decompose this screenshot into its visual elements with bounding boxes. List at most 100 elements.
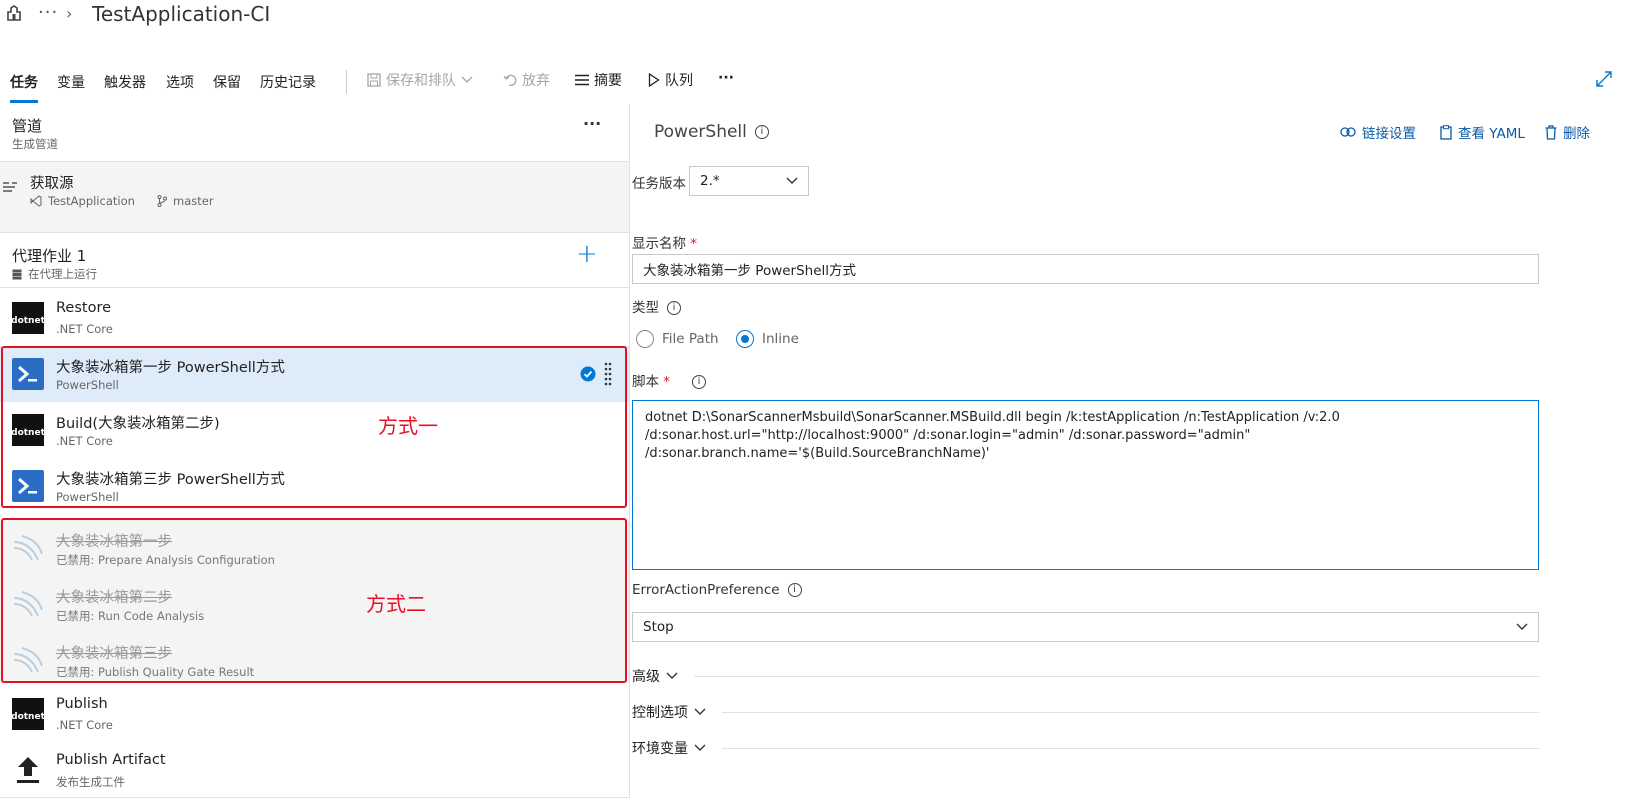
error-action-select[interactable]: Stop bbox=[632, 612, 1539, 642]
source-repo: TestApplication bbox=[30, 194, 135, 208]
section-advanced[interactable]: 高级 bbox=[632, 666, 1539, 686]
summary-button[interactable]: 摘要 bbox=[575, 70, 622, 90]
link-settings-label: 链接设置 bbox=[1362, 126, 1416, 142]
agent-job-subtitle-wrap: 在代理上运行 bbox=[12, 266, 97, 282]
method2-highlight-box bbox=[1, 518, 627, 683]
info-icon[interactable]: i bbox=[787, 583, 802, 597]
task-detail-panel: PowerShell i 链接设置 查看 YAML 删除 任务版本 2.* 显示… bbox=[632, 104, 1635, 798]
upload-icon bbox=[12, 754, 44, 786]
type-radio-filepath[interactable]: File Path bbox=[636, 330, 719, 348]
page-title: TestApplication-CI bbox=[92, 2, 271, 26]
tab-history[interactable]: 历史记录 bbox=[260, 72, 316, 92]
error-action-label: ErrorActionPreference i bbox=[632, 582, 802, 598]
source-repo-name: TestApplication bbox=[48, 194, 135, 208]
save-icon bbox=[367, 73, 381, 87]
display-name-label: 显示名称 * bbox=[632, 236, 698, 252]
pipeline-tasks-panel: 管道 生成管道 ··· 获取源 TestApplication master 代… bbox=[0, 104, 630, 798]
tab-options[interactable]: 选项 bbox=[166, 72, 194, 92]
section-title: 控制选项 bbox=[632, 705, 688, 721]
task-row-publish-artifact[interactable]: Publish Artifact 发布生成工件 bbox=[0, 742, 630, 798]
summary-label: 摘要 bbox=[594, 73, 622, 89]
radio-circle-selected bbox=[736, 330, 754, 348]
dotnet-icon: dotnet bbox=[11, 698, 45, 730]
agent-job-title: 代理作业 1 bbox=[12, 247, 87, 265]
pipeline-subtitle: 生成管道 bbox=[12, 137, 58, 151]
section-title: 环境变量 bbox=[632, 741, 688, 757]
tab-retention[interactable]: 保留 bbox=[213, 72, 241, 92]
task-name: Restore bbox=[56, 300, 112, 316]
method2-annotation: 方式二 bbox=[366, 592, 426, 616]
discard-button[interactable]: 放弃 bbox=[503, 70, 550, 90]
section-divider bbox=[722, 712, 1539, 713]
delete-button[interactable]: 删除 bbox=[1545, 122, 1590, 142]
undo-icon bbox=[503, 74, 517, 86]
task-version-select[interactable]: 2.* bbox=[689, 166, 809, 196]
section-divider bbox=[694, 676, 1539, 677]
page-header: ··· › TestApplication-CI bbox=[0, 0, 1635, 60]
pipeline-title: 管道 bbox=[12, 117, 43, 135]
azure-pipelines-logo-icon[interactable] bbox=[6, 4, 22, 22]
info-icon[interactable]: i bbox=[667, 301, 681, 315]
panel-divider bbox=[629, 104, 630, 798]
active-tab-indicator bbox=[10, 100, 38, 103]
type-label: 类型 i bbox=[632, 296, 681, 316]
method1-highlight-box bbox=[1, 346, 627, 508]
section-environment-variables[interactable]: 环境变量 bbox=[632, 738, 1539, 758]
discard-label: 放弃 bbox=[522, 73, 550, 89]
chevron-down-icon bbox=[694, 744, 706, 751]
tab-tasks[interactable]: 任务 bbox=[10, 72, 38, 92]
toolbar-divider bbox=[346, 70, 347, 94]
branch-icon bbox=[157, 195, 167, 207]
task-name: Publish bbox=[56, 696, 108, 712]
section-control-options[interactable]: 控制选项 bbox=[632, 702, 1539, 722]
task-row-restore[interactable]: dotnet Restore .NET Core bbox=[0, 290, 630, 346]
add-task-button[interactable]: + bbox=[576, 239, 598, 269]
chevron-down-icon bbox=[666, 672, 678, 679]
visual-studio-icon bbox=[30, 195, 42, 207]
detail-title: PowerShell bbox=[654, 122, 747, 142]
script-textarea[interactable]: dotnet D:\SonarScannerMsbuild\SonarScann… bbox=[632, 400, 1539, 570]
chevron-down-icon bbox=[461, 76, 473, 83]
method1-annotation: 方式一 bbox=[378, 414, 438, 438]
pipeline-more-icon[interactable]: ··· bbox=[583, 114, 601, 133]
source-icon bbox=[3, 180, 19, 199]
view-yaml-label: 查看 YAML bbox=[1458, 126, 1525, 142]
task-row-publish[interactable]: dotnet Publish .NET Core bbox=[0, 686, 630, 742]
queue-button[interactable]: 队列 bbox=[648, 70, 693, 90]
save-and-queue-button[interactable]: 保存和排队 bbox=[367, 70, 473, 90]
clipboard-icon bbox=[1440, 124, 1452, 140]
list-icon bbox=[575, 74, 589, 86]
pipeline-header[interactable]: 管道 生成管道 ··· bbox=[0, 104, 630, 162]
chevron-down-icon bbox=[694, 708, 706, 715]
delete-label: 删除 bbox=[1563, 126, 1590, 142]
view-yaml-button[interactable]: 查看 YAML bbox=[1440, 122, 1525, 142]
save-and-queue-label: 保存和排队 bbox=[386, 73, 456, 89]
trash-icon bbox=[1545, 124, 1557, 140]
expand-icon[interactable] bbox=[1595, 70, 1613, 92]
link-settings-button[interactable]: 链接设置 bbox=[1340, 122, 1416, 142]
info-icon[interactable]: i bbox=[692, 375, 707, 389]
breadcrumb-more-icon[interactable]: ··· bbox=[38, 2, 58, 23]
tab-triggers[interactable]: 触发器 bbox=[104, 72, 146, 92]
info-icon[interactable]: i bbox=[754, 125, 769, 139]
breadcrumb-chevron-icon: › bbox=[66, 4, 73, 23]
source-branch-name: master bbox=[173, 194, 214, 208]
error-action-value: Stop bbox=[643, 619, 674, 635]
display-name-value: 大象装冰箱第一步 PowerShell方式 bbox=[643, 263, 857, 279]
display-name-input[interactable]: 大象装冰箱第一步 PowerShell方式 bbox=[632, 254, 1539, 284]
toolbar-more-button[interactable]: ··· bbox=[718, 70, 734, 86]
source-branch: master bbox=[157, 194, 214, 208]
dotnet-icon: dotnet bbox=[11, 302, 45, 334]
type-radio-inline[interactable]: Inline bbox=[736, 330, 799, 348]
radio-label: Inline bbox=[762, 331, 799, 347]
chevron-down-icon bbox=[786, 177, 798, 184]
task-type: .NET Core bbox=[56, 718, 113, 732]
link-icon bbox=[1340, 127, 1356, 137]
agent-job-row[interactable]: 代理作业 1 在代理上运行 + bbox=[0, 232, 630, 288]
server-icon bbox=[12, 269, 22, 279]
task-version-label: 任务版本 bbox=[632, 176, 686, 192]
task-name: Publish Artifact bbox=[56, 752, 166, 768]
get-sources-row[interactable]: 获取源 TestApplication master bbox=[0, 162, 630, 232]
tab-variables[interactable]: 变量 bbox=[57, 72, 85, 92]
get-sources-title: 获取源 bbox=[30, 176, 74, 192]
